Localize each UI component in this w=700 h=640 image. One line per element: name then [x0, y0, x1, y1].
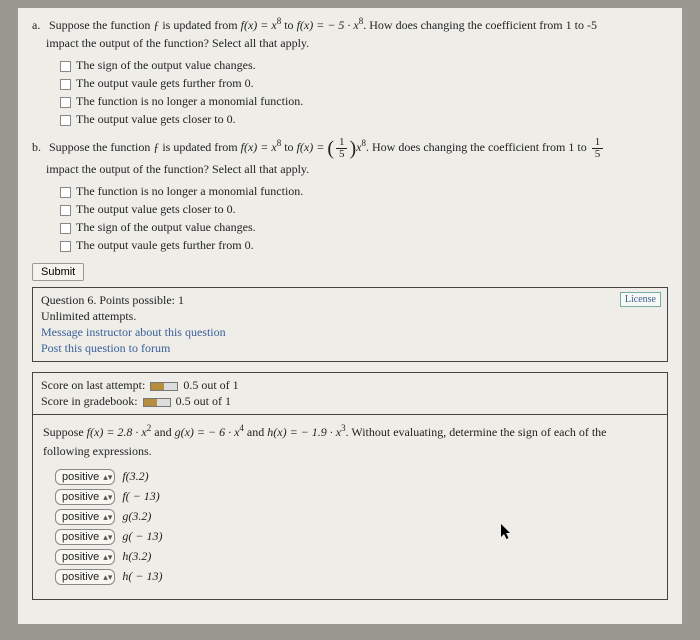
caret-icon: ▴▾	[103, 472, 112, 483]
option-label: The output vaule gets further from 0.	[76, 238, 254, 252]
meta-points: Question 6. Points possible: 1	[41, 293, 659, 308]
checkbox[interactable]	[60, 223, 71, 234]
caret-icon: ▴▾	[103, 552, 112, 563]
checkbox[interactable]	[60, 205, 71, 216]
option-label: The sign of the output value changes.	[76, 220, 256, 234]
submit-button[interactable]: Submit	[32, 263, 84, 281]
option-label: The output vaule gets further from 0.	[76, 76, 254, 90]
question-meta-box: License Question 6. Points possible: 1 U…	[32, 287, 668, 362]
checkbox[interactable]	[60, 79, 71, 90]
part-b-text: Suppose the function ƒ is updated from f…	[49, 140, 605, 154]
sign-select[interactable]: positive▴▾	[55, 469, 115, 485]
caret-icon: ▴▾	[103, 572, 112, 583]
part-b-options: The function is no longer a monomial fun…	[60, 184, 668, 253]
part-a-options: The sign of the output value changes. Th…	[60, 58, 668, 127]
score-last-value: 0.5 out of 1	[183, 378, 238, 392]
score-gradebook-value: 0.5 out of 1	[176, 394, 231, 408]
part-a-text-2: impact the output of the function? Selec…	[46, 36, 309, 50]
license-button[interactable]: License	[620, 292, 661, 307]
post-forum-link[interactable]: Post this question to forum	[41, 341, 170, 355]
checkbox[interactable]	[60, 187, 71, 198]
option-label: The function is no longer a monomial fun…	[76, 94, 303, 108]
caret-icon: ▴▾	[103, 512, 112, 523]
score-last-label: Score on last attempt:	[41, 378, 148, 392]
caret-icon: ▴▾	[103, 532, 112, 543]
option-label: The output value gets closer to 0.	[76, 202, 236, 216]
part-b-text-2: impact the output of the function? Selec…	[46, 162, 309, 176]
checkbox[interactable]	[60, 61, 71, 72]
option-label: The sign of the output value changes.	[76, 58, 256, 72]
part-b-label: b.	[32, 138, 46, 156]
option-label: The function is no longer a monomial fun…	[76, 184, 303, 198]
sign-select[interactable]: positive▴▾	[55, 509, 115, 525]
expr-label: h(3.2)	[122, 549, 151, 563]
part-a-text: Suppose the function ƒ is updated from f…	[49, 18, 597, 32]
sign-select[interactable]: positive▴▾	[55, 529, 115, 545]
score-gradebook-label: Score in gradebook:	[41, 394, 141, 408]
expr-label: g( − 13)	[122, 529, 162, 543]
checkbox[interactable]	[60, 115, 71, 126]
meta-attempts: Unlimited attempts.	[41, 309, 659, 324]
checkbox[interactable]	[60, 241, 71, 252]
part-a-label: a.	[32, 16, 46, 34]
message-instructor-link[interactable]: Message instructor about this question	[41, 325, 226, 339]
score-box: Score on last attempt: 0.5 out of 1 Scor…	[32, 372, 668, 414]
caret-icon: ▴▾	[103, 492, 112, 503]
expr-label: g(3.2)	[122, 509, 151, 523]
sign-select[interactable]: positive▴▾	[55, 569, 115, 585]
progress-bar-icon	[150, 382, 178, 391]
sign-select[interactable]: positive▴▾	[55, 489, 115, 505]
q6-prompt: Suppose f(x) = 2.8 · x2 and g(x) = − 6 ·…	[43, 423, 657, 461]
expr-label: h( − 13)	[122, 569, 162, 583]
question-6-box: Suppose f(x) = 2.8 · x2 and g(x) = − 6 ·…	[32, 414, 668, 600]
option-label: The output value gets closer to 0.	[76, 112, 236, 126]
progress-bar-icon	[143, 398, 171, 407]
expr-label: f(3.2)	[122, 469, 148, 483]
checkbox[interactable]	[60, 97, 71, 108]
expr-label: f( − 13)	[122, 489, 159, 503]
sign-select[interactable]: positive▴▾	[55, 549, 115, 565]
